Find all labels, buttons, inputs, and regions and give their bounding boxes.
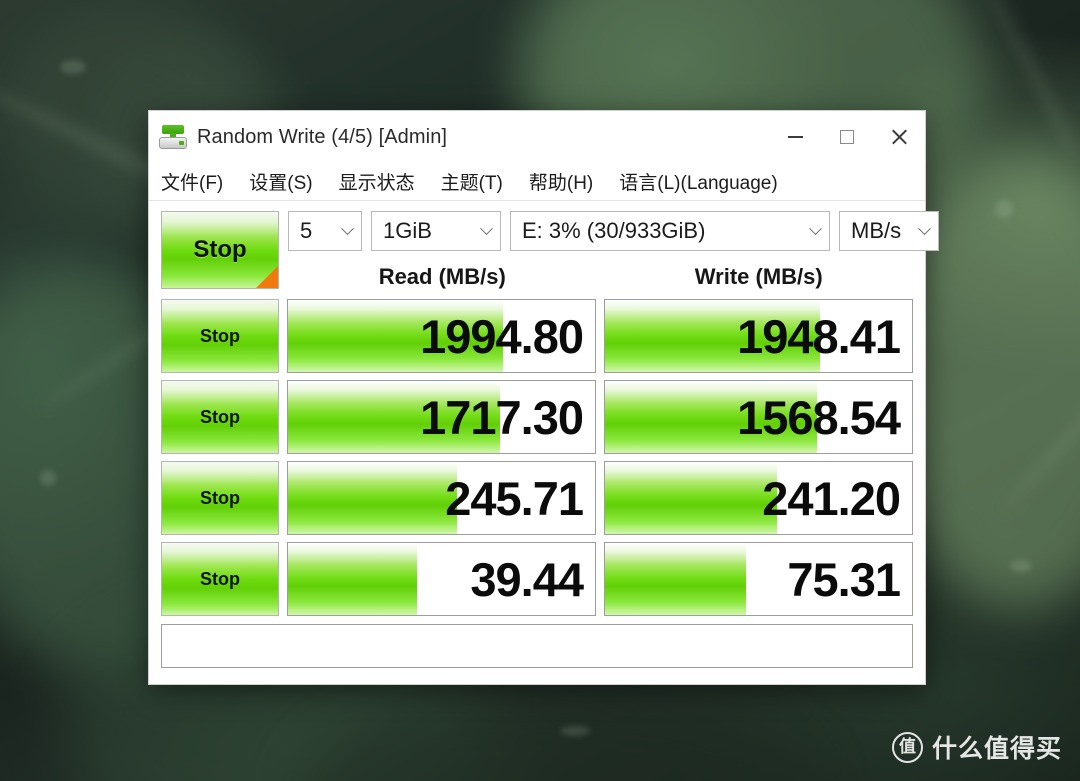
write-result-value: 75.31 — [787, 552, 901, 606]
window-title: Random Write (4/5) [Admin] — [197, 125, 448, 148]
window-body: Stop 5 1GiB E: 3% (30/933GiB) MB/s Read … — [149, 201, 939, 684]
table-row: Stop 245.71 241.20 — [161, 461, 913, 535]
all-tests-stop-button[interactable]: Stop — [161, 211, 279, 289]
table-row: Stop 39.44 75.31 — [161, 542, 913, 616]
write-result-meter: 75.31 — [604, 542, 913, 616]
read-result-value: 1717.30 — [420, 390, 584, 444]
status-bar — [161, 624, 913, 668]
wallpaper-droplet — [995, 200, 1013, 218]
write-column-header: Write (MB/s) — [694, 264, 823, 289]
disk-drive-icon — [159, 124, 187, 150]
read-column-header: Read (MB/s) — [378, 264, 506, 289]
table-row: Stop 1717.30 1568.54 — [161, 380, 913, 454]
menu-display-status[interactable]: 显示状态 — [339, 168, 415, 195]
write-result-value: 1568.54 — [737, 390, 901, 444]
chevron-down-icon[interactable] — [910, 212, 938, 250]
chevron-down-icon[interactable] — [333, 212, 361, 250]
test-size-select[interactable]: 1GiB — [371, 211, 501, 251]
read-result-meter: 245.71 — [287, 461, 596, 535]
wallpaper-droplet — [1010, 560, 1032, 572]
read-meter-fill — [288, 462, 457, 534]
window-controls — [769, 111, 925, 163]
drive-value: E: 3% (30/933GiB) — [522, 218, 706, 243]
menu-settings[interactable]: 设置(S) — [249, 168, 312, 195]
minimize-icon — [787, 136, 803, 138]
row-stop-label: Stop — [200, 406, 240, 427]
maximize-button[interactable] — [821, 111, 873, 163]
read-meter-fill — [288, 543, 417, 615]
watermark: 值 什么值得买 — [891, 729, 1062, 765]
write-result-meter: 1568.54 — [604, 380, 913, 454]
row-stop-label: Stop — [200, 568, 240, 589]
row-stop-button[interactable]: Stop — [161, 299, 279, 373]
write-result-value: 1948.41 — [737, 309, 901, 363]
chevron-down-icon[interactable] — [472, 212, 500, 250]
read-result-meter: 1717.30 — [287, 380, 596, 454]
menu-help[interactable]: 帮助(H) — [529, 168, 593, 195]
row-stop-label: Stop — [200, 487, 240, 508]
menu-file[interactable]: 文件(F) — [161, 168, 223, 195]
progress-corner-indicator — [256, 266, 278, 288]
write-meter-fill — [605, 543, 747, 615]
units-value: MB/s — [851, 218, 902, 243]
row-stop-button[interactable]: Stop — [161, 380, 279, 454]
chevron-down-icon[interactable] — [801, 212, 829, 250]
write-result-meter: 241.20 — [604, 461, 913, 535]
wallpaper-droplet — [560, 726, 590, 736]
toolbar: Stop 5 1GiB E: 3% (30/933GiB) MB/s — [161, 211, 939, 289]
window-titlebar[interactable]: Random Write (4/5) [Admin] — [149, 111, 925, 163]
write-meter-fill — [605, 462, 777, 534]
table-row: Stop 1994.80 1948.41 — [161, 299, 913, 373]
read-result-meter: 1994.80 — [287, 299, 596, 373]
row-stop-button[interactable]: Stop — [161, 461, 279, 535]
write-result-value: 241.20 — [762, 471, 901, 525]
read-result-value: 1994.80 — [420, 309, 584, 363]
wallpaper-droplet — [60, 60, 86, 74]
menu-language[interactable]: 语言(L)(Language) — [619, 168, 777, 195]
close-button[interactable] — [873, 111, 925, 163]
test-count-value: 5 — [300, 218, 313, 243]
read-result-value: 245.71 — [445, 471, 584, 525]
test-count-select[interactable]: 5 — [288, 211, 362, 251]
results-table: Stop 1994.80 1948.41 Stop 1717.30 1568.5… — [161, 299, 913, 616]
watermark-text: 什么值得买 — [931, 734, 1062, 763]
drive-select[interactable]: E: 3% (30/933GiB) — [510, 211, 830, 251]
test-size-value: 1GiB — [383, 218, 432, 243]
close-icon — [890, 128, 908, 146]
row-stop-button[interactable]: Stop — [161, 542, 279, 616]
crystaldiskmark-window: Random Write (4/5) [Admin] 文件(F) 设置(S) 显… — [148, 110, 939, 685]
wallpaper-droplet — [40, 470, 56, 486]
read-result-meter: 39.44 — [287, 542, 596, 616]
row-stop-label: Stop — [200, 325, 240, 346]
all-tests-stop-label: Stop — [193, 236, 247, 263]
units-select[interactable]: MB/s — [839, 211, 939, 251]
wallpaper-leaf-vein — [977, 0, 1080, 158]
maximize-icon — [840, 130, 854, 144]
menubar: 文件(F) 设置(S) 显示状态 主题(T) 帮助(H) 语言(L)(Langu… — [149, 163, 925, 201]
menu-theme[interactable]: 主题(T) — [441, 168, 503, 195]
minimize-button[interactable] — [769, 111, 821, 163]
read-result-value: 39.44 — [470, 552, 584, 606]
watermark-logo-icon: 值 — [891, 731, 923, 763]
write-result-meter: 1948.41 — [604, 299, 913, 373]
